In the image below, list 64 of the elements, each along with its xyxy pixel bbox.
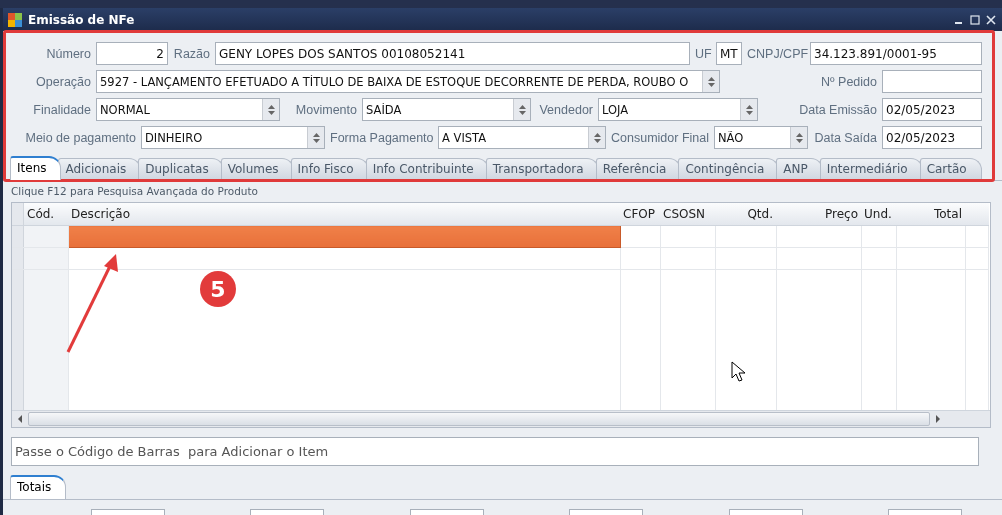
dropdown-field[interactable]: DINHEIRO [141, 126, 325, 149]
close-icon[interactable] [986, 14, 996, 25]
tab[interactable]: Cartão [919, 158, 982, 180]
column-header[interactable]: CSOSN [660, 203, 715, 226]
spinner-icon [267, 104, 275, 115]
tab[interactable]: Info Fisco [290, 158, 369, 180]
column-header[interactable]: Qtd. [715, 203, 776, 226]
column-header[interactable]: Total [896, 203, 965, 226]
field-label: Vendedor [538, 102, 593, 117]
column-header[interactable]: Preço [776, 203, 861, 226]
scroll-left-icon[interactable] [16, 415, 24, 423]
spinner-icon [707, 76, 715, 87]
field-label: Movimento [294, 102, 357, 117]
column-header[interactable]: Cód. [23, 203, 68, 226]
input-field[interactable]: GENY LOPES DOS SANTOS 00108052141 [215, 42, 690, 65]
field-label: Consumidor Final [611, 130, 709, 145]
spinner-icon [795, 132, 803, 143]
tab[interactable]: ANP [776, 158, 823, 180]
window-title: Emissão de NFe [28, 12, 135, 27]
maximize-icon[interactable] [970, 14, 980, 25]
input-field[interactable]: 34.123.891/0001-95 [810, 42, 982, 65]
field-label: Meio de pagamento [24, 130, 136, 145]
dropdown-field[interactable]: SAÍDA [362, 98, 531, 121]
field-label: Data Saída [813, 130, 877, 145]
input-field[interactable]: 2 [96, 42, 168, 65]
spinner-icon [745, 104, 753, 115]
dropdown-field[interactable]: LOJA [598, 98, 758, 121]
selected-cell[interactable] [68, 225, 620, 248]
scrollbar-thumb[interactable] [28, 412, 930, 426]
field-label: Forma Pagamento [330, 130, 433, 145]
field-label: Finalidade [32, 102, 91, 117]
column-header[interactable]: CFOP [620, 203, 660, 226]
column-header[interactable]: Und. [861, 203, 896, 226]
input-field[interactable] [882, 70, 982, 93]
tab[interactable]: Totais [10, 475, 67, 499]
tab[interactable]: Transportadora [485, 158, 599, 180]
field-label: UF [695, 46, 711, 61]
hint-text: Clique F12 para Pesquisa Avançada do Produto [11, 185, 260, 198]
input-field[interactable]: MT [716, 42, 742, 65]
input-field[interactable]: 02/05/2023 [882, 126, 982, 149]
tab[interactable]: Duplicatas [138, 158, 224, 180]
field-label: Número [45, 46, 91, 61]
dropdown-field[interactable]: NORMAL [96, 98, 280, 121]
mouse-cursor-icon [731, 361, 747, 383]
spinner-icon [593, 132, 601, 143]
dropdown-field[interactable]: NÃO [714, 126, 808, 149]
field-label: Razão [173, 46, 210, 61]
tab[interactable]: Intermediário [819, 158, 923, 180]
column-header[interactable]: Descrição [68, 203, 620, 226]
horizontal-scrollbar[interactable] [12, 410, 990, 427]
tab[interactable]: Volumes [220, 158, 294, 180]
dropdown-field[interactable]: 5927 - LANÇAMENTO EFETUADO A TÍTULO DE BAIXA DE ESTOQUE DECORRENTE DE PERDA, ROUBO O [96, 70, 720, 93]
app-icon [7, 11, 23, 28]
field-label: Nº Pedido [820, 74, 877, 89]
input-field[interactable]: 02/05/2023 [882, 98, 982, 121]
dropdown-field[interactable]: A VISTA [438, 126, 606, 149]
scroll-right-icon[interactable] [934, 415, 942, 423]
barcode-field[interactable]: Passe o Código de Barras para Adicionar o Item [11, 437, 979, 466]
spinner-icon [518, 104, 526, 115]
tab[interactable]: Itens [10, 156, 62, 180]
field-label: Data Emissão [798, 102, 877, 117]
tab[interactable]: Info Contribuinte [365, 158, 489, 180]
spinner-icon [312, 132, 320, 143]
field-label: Operação [35, 74, 91, 89]
